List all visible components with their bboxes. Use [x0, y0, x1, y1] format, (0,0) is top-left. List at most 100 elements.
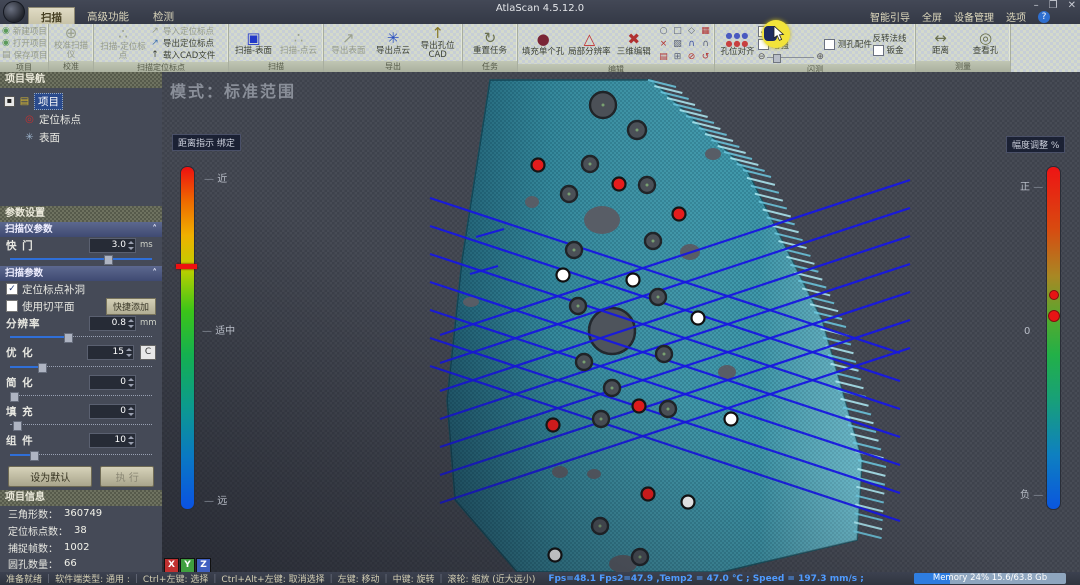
scanner-params-header[interactable]: 扫描仪参数˄ [0, 222, 162, 237]
view-hole-button[interactable]: ◎ 查看孔 [963, 25, 1008, 60]
fullscreen-link[interactable]: 全屏 [922, 9, 942, 24]
deviation-marker-dot [1048, 310, 1060, 322]
device-manage-link[interactable]: 设备管理 [954, 9, 994, 24]
smart-guide-link[interactable]: 智能引导 [870, 9, 910, 24]
slider-plus-icon[interactable]: ⊕ [816, 52, 824, 62]
export-surface-button[interactable]: ↗ 导出表面 [326, 25, 371, 60]
connect-tool-icon[interactable]: ∩ [699, 38, 712, 50]
edit-3d-button[interactable]: ✖ 三维编辑 [612, 25, 655, 63]
tree-item-surface[interactable]: ✳ 表面 [2, 128, 160, 146]
delete-selection-icon[interactable]: × [657, 38, 670, 50]
optimize-slider[interactable] [10, 362, 152, 372]
hole-align-button[interactable]: ●●● ●●● 孔位对齐 [717, 25, 758, 63]
fill-slider[interactable] [10, 420, 152, 430]
tree-expand-icon[interactable]: ▪ [4, 96, 15, 107]
component-row: 组 件 10 [0, 432, 162, 450]
collapse-icon[interactable]: ˄ [152, 222, 157, 237]
title-bar: AtlaScan 4.5.12.0 扫描 高级功能 检测 智能引导 全屏 设备管… [0, 0, 1080, 24]
resolution-value-spinner[interactable]: 0.8 [89, 316, 136, 331]
project-node-icon: ▤ [19, 96, 30, 107]
hint-zoom: 滚轮: 缩放 (近大远小) [448, 572, 536, 585]
resolution-slider[interactable] [10, 332, 152, 342]
set-default-button[interactable]: 设为默认 [8, 466, 92, 487]
invert-normals-button[interactable]: 反转法线 [873, 32, 914, 44]
load-cad-button[interactable]: ↑载入CAD文件 [150, 49, 215, 61]
use-cut-plane-checkbox[interactable]: 使用切平面 快捷添加 [0, 298, 162, 315]
export-cloud-button[interactable]: ✳ 导出点云 [371, 25, 416, 60]
export-holes-cad-button[interactable]: ↑ 导出孔位CAD [415, 25, 460, 60]
axis-y-button[interactable]: Y [180, 558, 195, 573]
optimize-refresh-button[interactable]: C [140, 345, 156, 360]
calibrate-scanner-button[interactable]: ⊕ 校准扫描仪 [51, 25, 91, 60]
simplify-slider[interactable] [10, 391, 152, 401]
close-button[interactable]: ✕ [1068, 0, 1076, 11]
save-project-button[interactable]: ▤保存项目 [2, 49, 46, 61]
frame-count-value: 1002 [64, 542, 89, 553]
hint-move: 左键: 移动 [338, 572, 380, 585]
axis-x-button[interactable]: X [164, 558, 179, 573]
distance-button[interactable]: ↔ 距离 [918, 25, 963, 60]
new-project-icon: ◉ [2, 26, 10, 36]
component-value-spinner[interactable]: 10 [89, 433, 136, 448]
bridge-tool-icon[interactable]: ∩ [685, 38, 698, 50]
flash-slider[interactable]: ⊖ ⊕ [758, 51, 824, 63]
viewport-3d[interactable]: 模式：标准范围 距离指示 绑定 — 近 — 适中 — 远 幅度调整 % 正 — … [162, 72, 1080, 572]
fill-value-spinner[interactable]: 0 [89, 404, 136, 419]
triangle-count-value: 360749 [64, 508, 102, 519]
minimize-button[interactable]: – [1034, 0, 1039, 11]
deviation-bar-title: 幅度调整 % [1006, 136, 1065, 153]
new-project-button[interactable]: ◉新建项目 [2, 25, 46, 37]
tree-item-targets[interactable]: ◎ 定位标点 [2, 110, 160, 128]
import-targets-button[interactable]: ↗导入定位标点 [150, 25, 215, 37]
sheet-metal-checkbox[interactable]: 钣金 [873, 44, 914, 57]
circle-select-icon[interactable]: ○ [657, 25, 670, 37]
component-slider[interactable] [10, 450, 152, 460]
scan-targets-button[interactable]: ∴ 扫描-定位标点 [96, 25, 150, 61]
maximize-button[interactable]: ❐ [1049, 0, 1058, 11]
polygon-select-icon[interactable]: ◇ [685, 25, 698, 37]
tree-item-project[interactable]: ▪ ▤ 项目 [2, 92, 160, 110]
scan-surface-button[interactable]: ▣ 扫描-表面 [231, 25, 276, 60]
reset-task-button[interactable]: ↻ 重置任务 [465, 25, 515, 60]
export-targets-button[interactable]: ↗导出定位标点 [150, 37, 215, 49]
fill-row: 填 充 0 [0, 403, 162, 421]
fill-single-hole-button[interactable]: ● 填充单个孔 [520, 25, 566, 63]
slider-minus-icon[interactable]: ⊖ [758, 52, 766, 62]
options-link[interactable]: 选项 [1006, 9, 1026, 24]
rect-select-icon[interactable]: □ [671, 25, 684, 37]
execute-button[interactable]: 执 行 [100, 466, 154, 487]
grid-tool-icon[interactable]: ▦ [699, 25, 712, 37]
quick-add-button[interactable]: 快捷添加 [106, 298, 156, 315]
help-icon[interactable]: ? [1038, 11, 1050, 23]
distance-current-marker [176, 264, 197, 269]
shutter-slider[interactable] [10, 254, 152, 264]
performance-stats: Fps=48.1 Fps2=47.9 ,Temp2 = 47.0 ℃ ; Spe… [548, 574, 864, 584]
shutter-value-spinner[interactable]: 3.0 [89, 238, 136, 253]
collapse-icon[interactable]: ˄ [152, 266, 157, 281]
scan-cloud-button[interactable]: ∴ 扫描-点云 [276, 25, 321, 60]
undo-tool-icon[interactable]: ↺ [699, 51, 712, 63]
target-count-row: 定位标点数：38 [0, 522, 162, 539]
layers-tool-icon[interactable]: ▤ [657, 51, 670, 63]
scan-mesh-canvas[interactable] [162, 72, 1080, 572]
hole-accessory-checkbox[interactable]: 测孔配件 [824, 38, 873, 51]
resolution-row: 分辨率 0.8 mm [0, 315, 162, 333]
scan-targets-icon: ∴ [118, 26, 128, 43]
hole-count-row: 圆孔数量：66 [0, 555, 162, 572]
fill-target-holes-checkbox[interactable]: ✓定位标点补洞 [0, 281, 162, 298]
triangle-count-row: 三角形数：360749 [0, 506, 162, 523]
hatch-tool-icon[interactable]: ▧ [671, 38, 684, 50]
hole-count-value: 66 [64, 558, 77, 569]
local-resolution-button[interactable]: △ 局部分辨率 [566, 25, 612, 63]
quick-links: 智能引导 全屏 设备管理 选项 ? [870, 9, 1050, 24]
deviation-colorbar [1046, 166, 1061, 510]
shutter-row: 快 门 3.0 ms [0, 237, 162, 255]
simplify-value-spinner[interactable]: 0 [89, 375, 136, 390]
optimize-value-spinner[interactable]: 15 [87, 345, 134, 360]
axis-z-button[interactable]: Z [196, 558, 211, 573]
open-project-button[interactable]: ◉打开项目 [2, 37, 46, 49]
cancel-tool-icon[interactable]: ⊘ [685, 51, 698, 63]
scan-params-header[interactable]: 扫描参数˄ [0, 266, 162, 281]
info-panel-header: 项目信息 [0, 490, 162, 506]
merge-tool-icon[interactable]: ⊞ [671, 51, 684, 63]
